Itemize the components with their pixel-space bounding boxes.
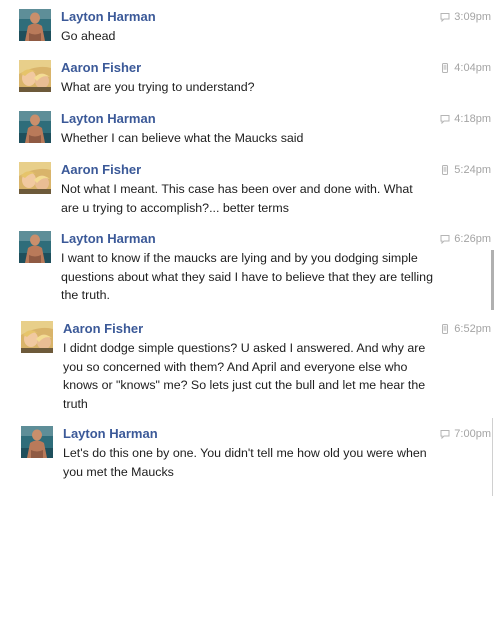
avatar-aaron-fisher[interactable] (19, 60, 51, 92)
message-text: Not what I meant. This case has been ove… (61, 182, 413, 215)
sender-name[interactable]: Aaron Fisher (63, 321, 143, 337)
message-meta: 6:52pm (440, 322, 491, 336)
chat-bubble-icon (440, 12, 450, 22)
avatar-aaron-fisher[interactable] (21, 321, 53, 353)
sender-name[interactable]: Layton Harman (61, 231, 156, 247)
mobile-phone-icon (440, 324, 450, 334)
timestamp: 5:24pm (454, 164, 491, 176)
avatar-layton-harman[interactable] (21, 426, 53, 458)
avatar-aaron-fisher[interactable] (19, 162, 51, 194)
sender-name[interactable]: Aaron Fisher (61, 60, 141, 76)
sender-name[interactable]: Layton Harman (61, 111, 156, 127)
message-meta: 4:18pm (440, 112, 491, 126)
message-text: I didnt dodge simple questions? U asked … (63, 341, 426, 411)
mobile-phone-icon (440, 63, 450, 73)
message-meta: 7:00pm (440, 427, 491, 441)
message-thread: Layton Harman 3:09pm Go ahead Aaron Fish… (0, 0, 497, 620)
message-text: Go ahead (61, 29, 116, 43)
timestamp: 6:26pm (454, 233, 491, 245)
message-text: Let's do this one by one. You didn't tel… (63, 446, 427, 479)
avatar-layton-harman[interactable] (19, 9, 51, 41)
scrollbar-track[interactable] (492, 418, 493, 496)
scrollbar-thumb[interactable] (491, 250, 494, 310)
sender-name[interactable]: Layton Harman (61, 9, 156, 25)
message-text: Whether I can believe what the Maucks sa… (61, 131, 304, 145)
sender-name[interactable]: Aaron Fisher (61, 162, 141, 178)
message-text: I want to know if the maucks are lying a… (61, 251, 433, 302)
message-meta: 5:24pm (440, 163, 491, 177)
chat-bubble-icon (440, 429, 450, 439)
chat-bubble-icon (440, 234, 450, 244)
timestamp: 6:52pm (454, 323, 491, 335)
avatar-layton-harman[interactable] (19, 111, 51, 143)
message-meta: 3:09pm (440, 10, 491, 24)
message-text: What are you trying to understand? (61, 80, 255, 94)
mobile-phone-icon (440, 165, 450, 175)
avatar-layton-harman[interactable] (19, 231, 51, 263)
timestamp: 7:00pm (454, 428, 491, 440)
message-meta: 6:26pm (440, 232, 491, 246)
timestamp: 4:04pm (454, 62, 491, 74)
chat-bubble-icon (440, 114, 450, 124)
sender-name[interactable]: Layton Harman (63, 426, 158, 442)
message-meta: 4:04pm (440, 61, 491, 75)
timestamp: 4:18pm (454, 113, 491, 125)
timestamp: 3:09pm (454, 11, 491, 23)
